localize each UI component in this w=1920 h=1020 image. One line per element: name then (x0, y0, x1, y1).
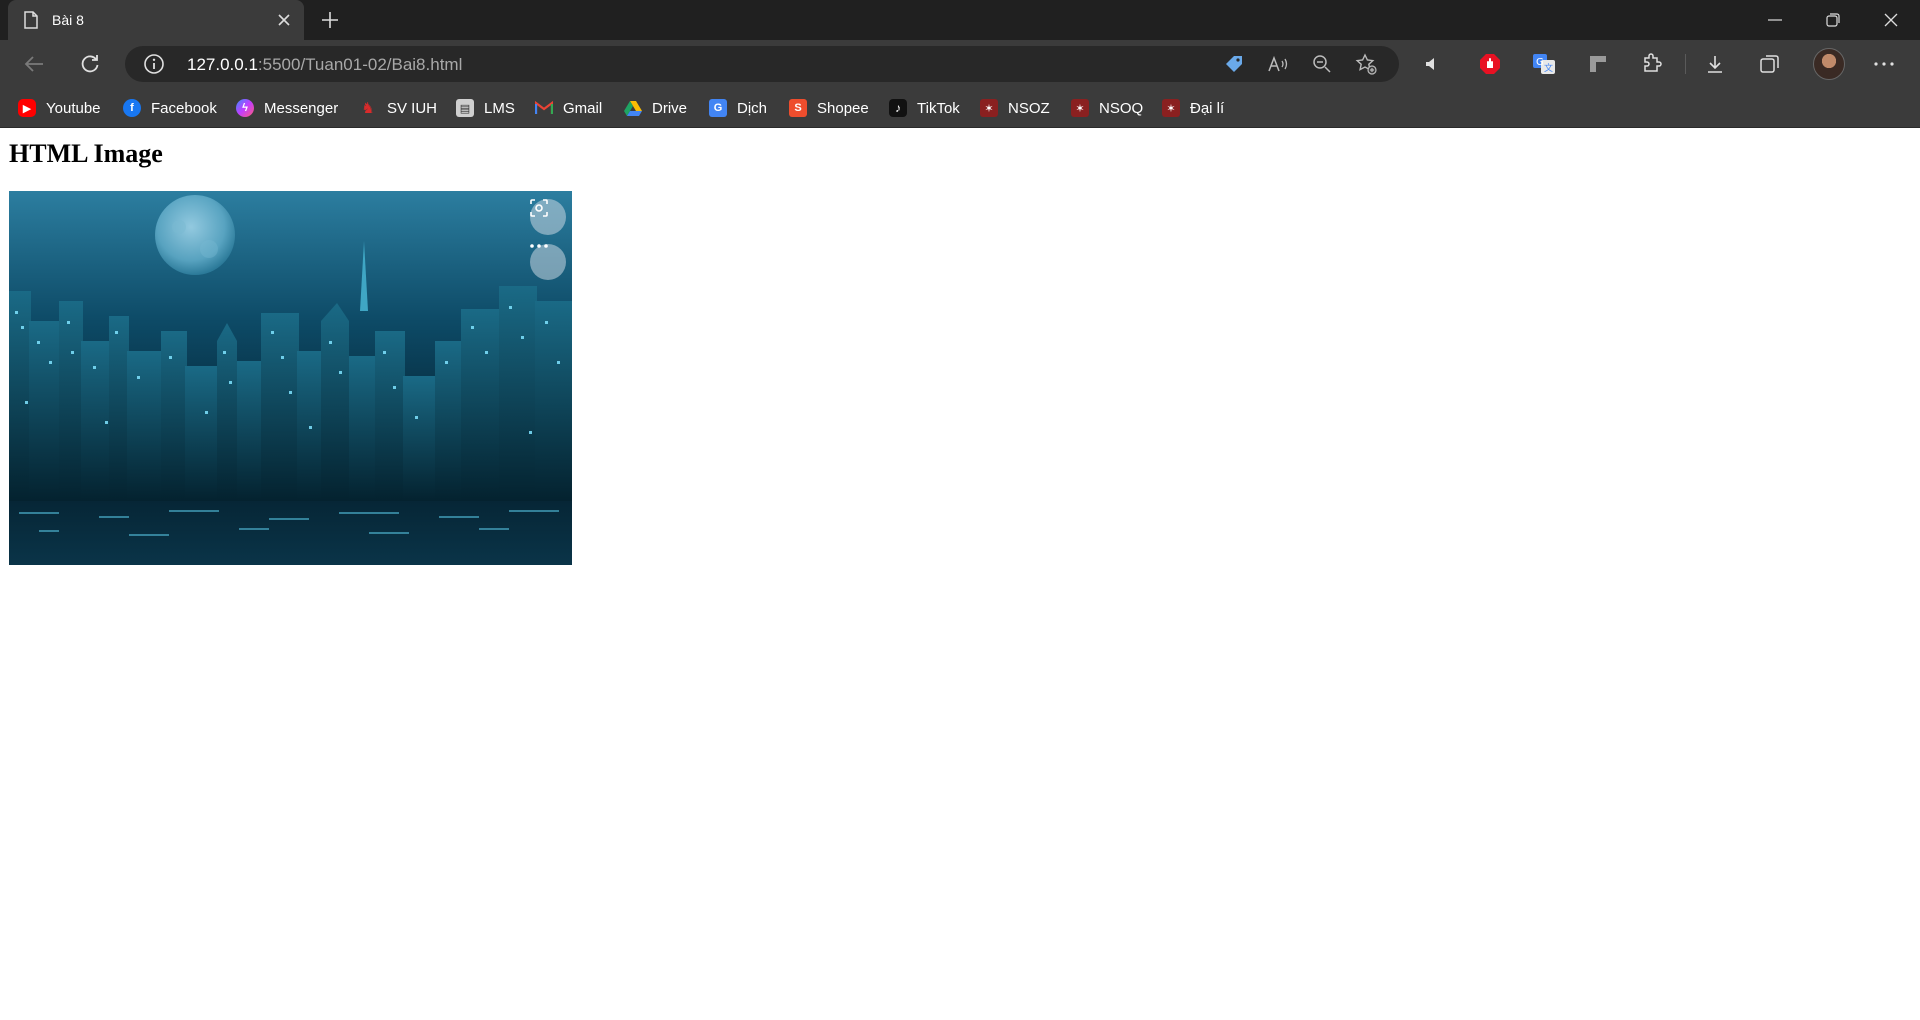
page-content: HTML Image (0, 128, 1920, 1020)
messenger-icon: ϟ (236, 99, 254, 117)
facebook-icon: f (123, 99, 141, 117)
iuh-icon: ♞ (361, 100, 375, 117)
url-host: 127.0.0.1 (187, 55, 258, 74)
skyline-illustration (9, 195, 572, 565)
settings-more-icon[interactable] (1868, 48, 1900, 80)
url-text: 127.0.0.1:5500/Tuan01-02/Bai8.html (187, 55, 462, 75)
city-skyline-image[interactable] (9, 191, 572, 565)
svg-text:G: G (1536, 57, 1544, 68)
address-bar[interactable]: 127.0.0.1:5500/Tuan01-02/Bai8.html (125, 46, 1399, 82)
bookmark-nsoz[interactable]: ✶ NSOZ (980, 96, 1050, 120)
nsoq-icon: ✶ (1071, 99, 1089, 117)
restore-button[interactable] (1804, 0, 1862, 40)
page-heading: HTML Image (9, 139, 163, 168)
youtube-icon: ▶ (18, 99, 36, 117)
bookmark-label: Youtube (46, 99, 101, 117)
shopping-tag-icon[interactable] (1220, 50, 1248, 78)
bookmark-label: Facebook (151, 99, 217, 117)
bookmark-shopee[interactable]: S Shopee (789, 96, 869, 120)
bookmark-label: LMS (484, 99, 515, 117)
toolbar-divider (1685, 54, 1686, 74)
bookmark-label: NSOZ (1008, 99, 1050, 117)
drive-icon (624, 99, 642, 117)
site-info-icon[interactable] (143, 53, 165, 75)
lms-icon: ▤ (456, 99, 474, 117)
bookmarks-bar: ▶ Youtube f Facebook ϟ Messenger ♞ SV IU… (0, 88, 1920, 128)
zoom-out-icon[interactable] (1308, 50, 1336, 78)
title-bar: Bài 8 (0, 0, 1920, 40)
bookmark-label: TikTok (917, 99, 960, 117)
svg-text:文: 文 (1544, 62, 1553, 74)
adblock-extension-icon[interactable] (1474, 48, 1506, 80)
shopee-icon: S (789, 99, 807, 117)
page-icon (22, 11, 40, 29)
downloads-icon[interactable] (1699, 48, 1731, 80)
bookmark-lms[interactable]: ▤ LMS (456, 96, 515, 120)
collections-icon[interactable] (1754, 48, 1786, 80)
translate-icon: G (709, 99, 727, 117)
refresh-button[interactable] (74, 48, 106, 80)
bookmark-label: Messenger (264, 99, 339, 117)
close-window-button[interactable] (1862, 0, 1920, 40)
bookmark-sv-iuh[interactable]: ♞ SV IUH (359, 96, 437, 120)
bookmark-tiktok[interactable]: ♪ TikTok (889, 96, 960, 120)
bookmark-label: NSOQ (1099, 99, 1144, 117)
paint-extension-icon[interactable] (1582, 48, 1614, 80)
url-path: :5500/Tuan01-02/Bai8.html (257, 55, 463, 74)
bookmark-facebook[interactable]: f Facebook (123, 96, 217, 120)
new-tab-button[interactable] (316, 6, 344, 34)
tab-close-icon[interactable] (270, 6, 298, 34)
minimize-button[interactable] (1746, 0, 1804, 40)
toolbar: 127.0.0.1:5500/Tuan01-02/Bai8.html G文 (0, 40, 1920, 88)
tab-bai8[interactable]: Bài 8 (8, 0, 304, 40)
bookmark-gmail[interactable]: Gmail (535, 96, 602, 120)
bookmark-label: Drive (652, 99, 688, 117)
back-button[interactable] (18, 48, 50, 80)
extensions-icon[interactable] (1636, 48, 1668, 80)
translate-extension-icon[interactable]: G文 (1528, 48, 1560, 80)
daili-icon: ✶ (1162, 99, 1180, 117)
tab-title: Bài 8 (52, 12, 84, 28)
gmail-icon (535, 99, 553, 117)
bookmark-label: Gmail (563, 99, 603, 117)
bookmark-label: SV IUH (387, 99, 438, 117)
bookmark-nsoq[interactable]: ✶ NSOQ (1071, 96, 1143, 120)
bookmark-label: Shopee (817, 99, 869, 117)
bookmark-dai-li[interactable]: ✶ Đại lí (1162, 96, 1224, 120)
bookmark-drive[interactable]: Drive (624, 96, 687, 120)
profile-avatar[interactable] (1813, 48, 1845, 80)
image-more-options-icon[interactable] (530, 244, 566, 280)
bookmark-label: Đại lí (1190, 99, 1225, 117)
add-favorite-icon[interactable] (1352, 50, 1380, 78)
nsoz-icon: ✶ (980, 99, 998, 117)
bookmark-dich[interactable]: G Dịch (709, 96, 767, 120)
bookmark-label: Dịch (737, 99, 768, 117)
tiktok-icon: ♪ (889, 99, 907, 117)
read-aloud-icon[interactable] (1264, 50, 1292, 78)
media-control-icon[interactable] (1416, 48, 1448, 80)
visual-search-icon[interactable] (530, 199, 566, 235)
bookmark-messenger[interactable]: ϟ Messenger (236, 96, 338, 120)
bookmark-youtube[interactable]: ▶ Youtube (18, 96, 101, 120)
